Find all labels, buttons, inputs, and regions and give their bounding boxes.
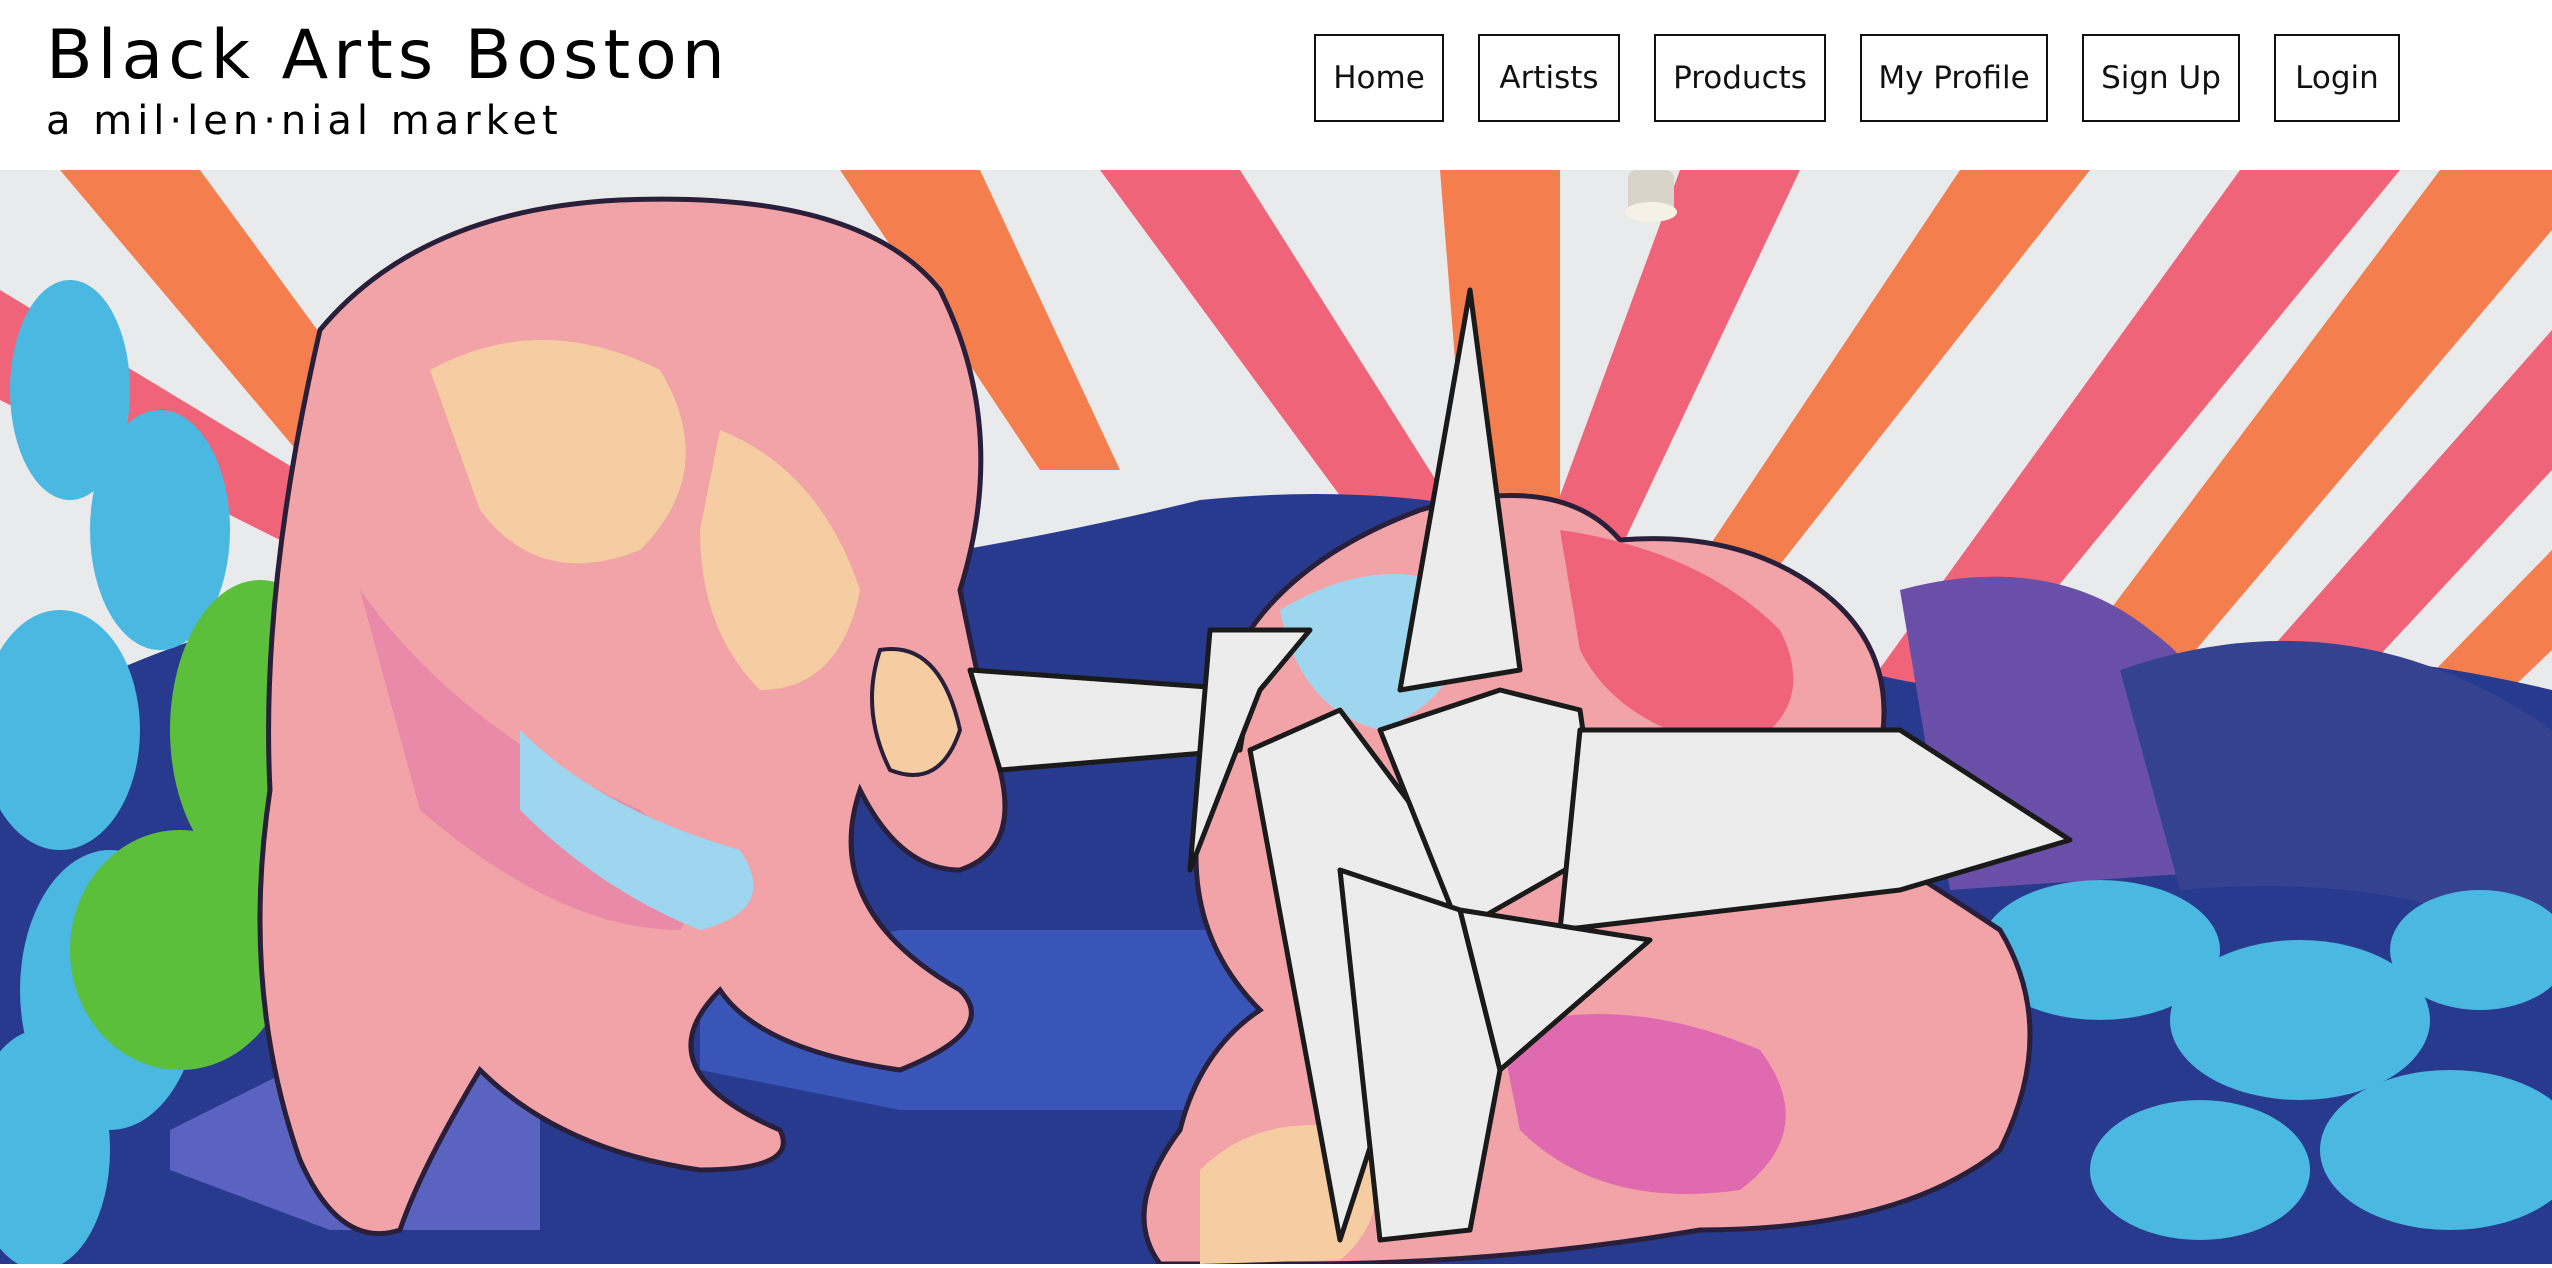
nav-home-button[interactable]: Home: [1314, 34, 1444, 122]
site-header: Black Arts Boston a mil·len·nial market …: [0, 0, 2552, 170]
nav-artists-button[interactable]: Artists: [1478, 34, 1620, 122]
brand[interactable]: Black Arts Boston a mil·len·nial market: [46, 14, 730, 144]
hero-banner: [0, 170, 2552, 1264]
nav-my-profile-button[interactable]: My Profile: [1860, 34, 2048, 122]
nav-sign-up-button[interactable]: Sign Up: [2082, 34, 2240, 122]
nav-products-button[interactable]: Products: [1654, 34, 1826, 122]
page-bottom-edge: [0, 1264, 2552, 1268]
nav-login-button[interactable]: Login: [2274, 34, 2400, 122]
site-tagline: a mil·len·nial market: [46, 98, 563, 144]
site-title[interactable]: Black Arts Boston: [46, 14, 730, 98]
hero-mural-image: [0, 170, 2552, 1264]
